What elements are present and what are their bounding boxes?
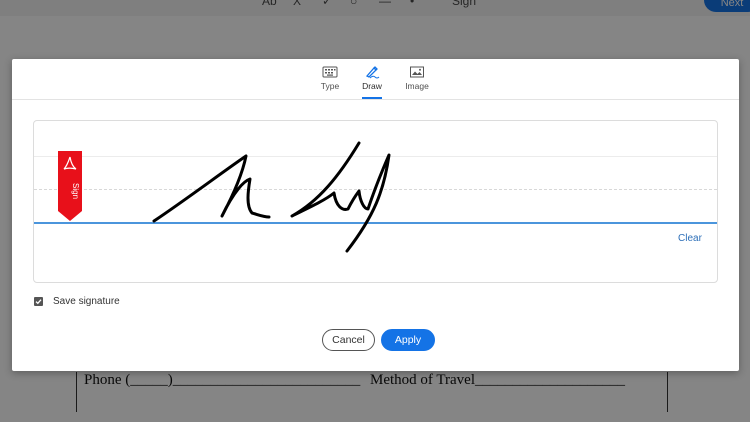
signature-canvas[interactable]: Sign Clear [33, 120, 718, 283]
tab-draw-label: Draw [362, 81, 382, 91]
cancel-button[interactable]: Cancel [322, 329, 375, 351]
tab-type-label: Type [320, 81, 340, 91]
save-signature-label: Save signature [53, 296, 120, 307]
drawn-signature [152, 141, 391, 253]
pen-icon [365, 66, 380, 79]
tab-draw[interactable]: Draw [352, 65, 392, 91]
save-signature-checkbox[interactable] [34, 297, 43, 306]
active-tab-indicator [362, 97, 382, 99]
clear-button[interactable]: Clear [678, 233, 702, 244]
tab-image-label: Image [405, 81, 429, 91]
apply-button[interactable]: Apply [381, 329, 435, 351]
tab-image[interactable]: Image [397, 65, 437, 91]
image-icon [410, 66, 424, 78]
tab-type[interactable]: Type [310, 65, 350, 91]
signature-dialog: Type Draw Image Sign Clear Save signatur… [12, 59, 739, 371]
checkmark-icon [35, 299, 42, 305]
keyboard-icon [322, 66, 338, 78]
signature-tabs: Type Draw Image [12, 59, 739, 100]
